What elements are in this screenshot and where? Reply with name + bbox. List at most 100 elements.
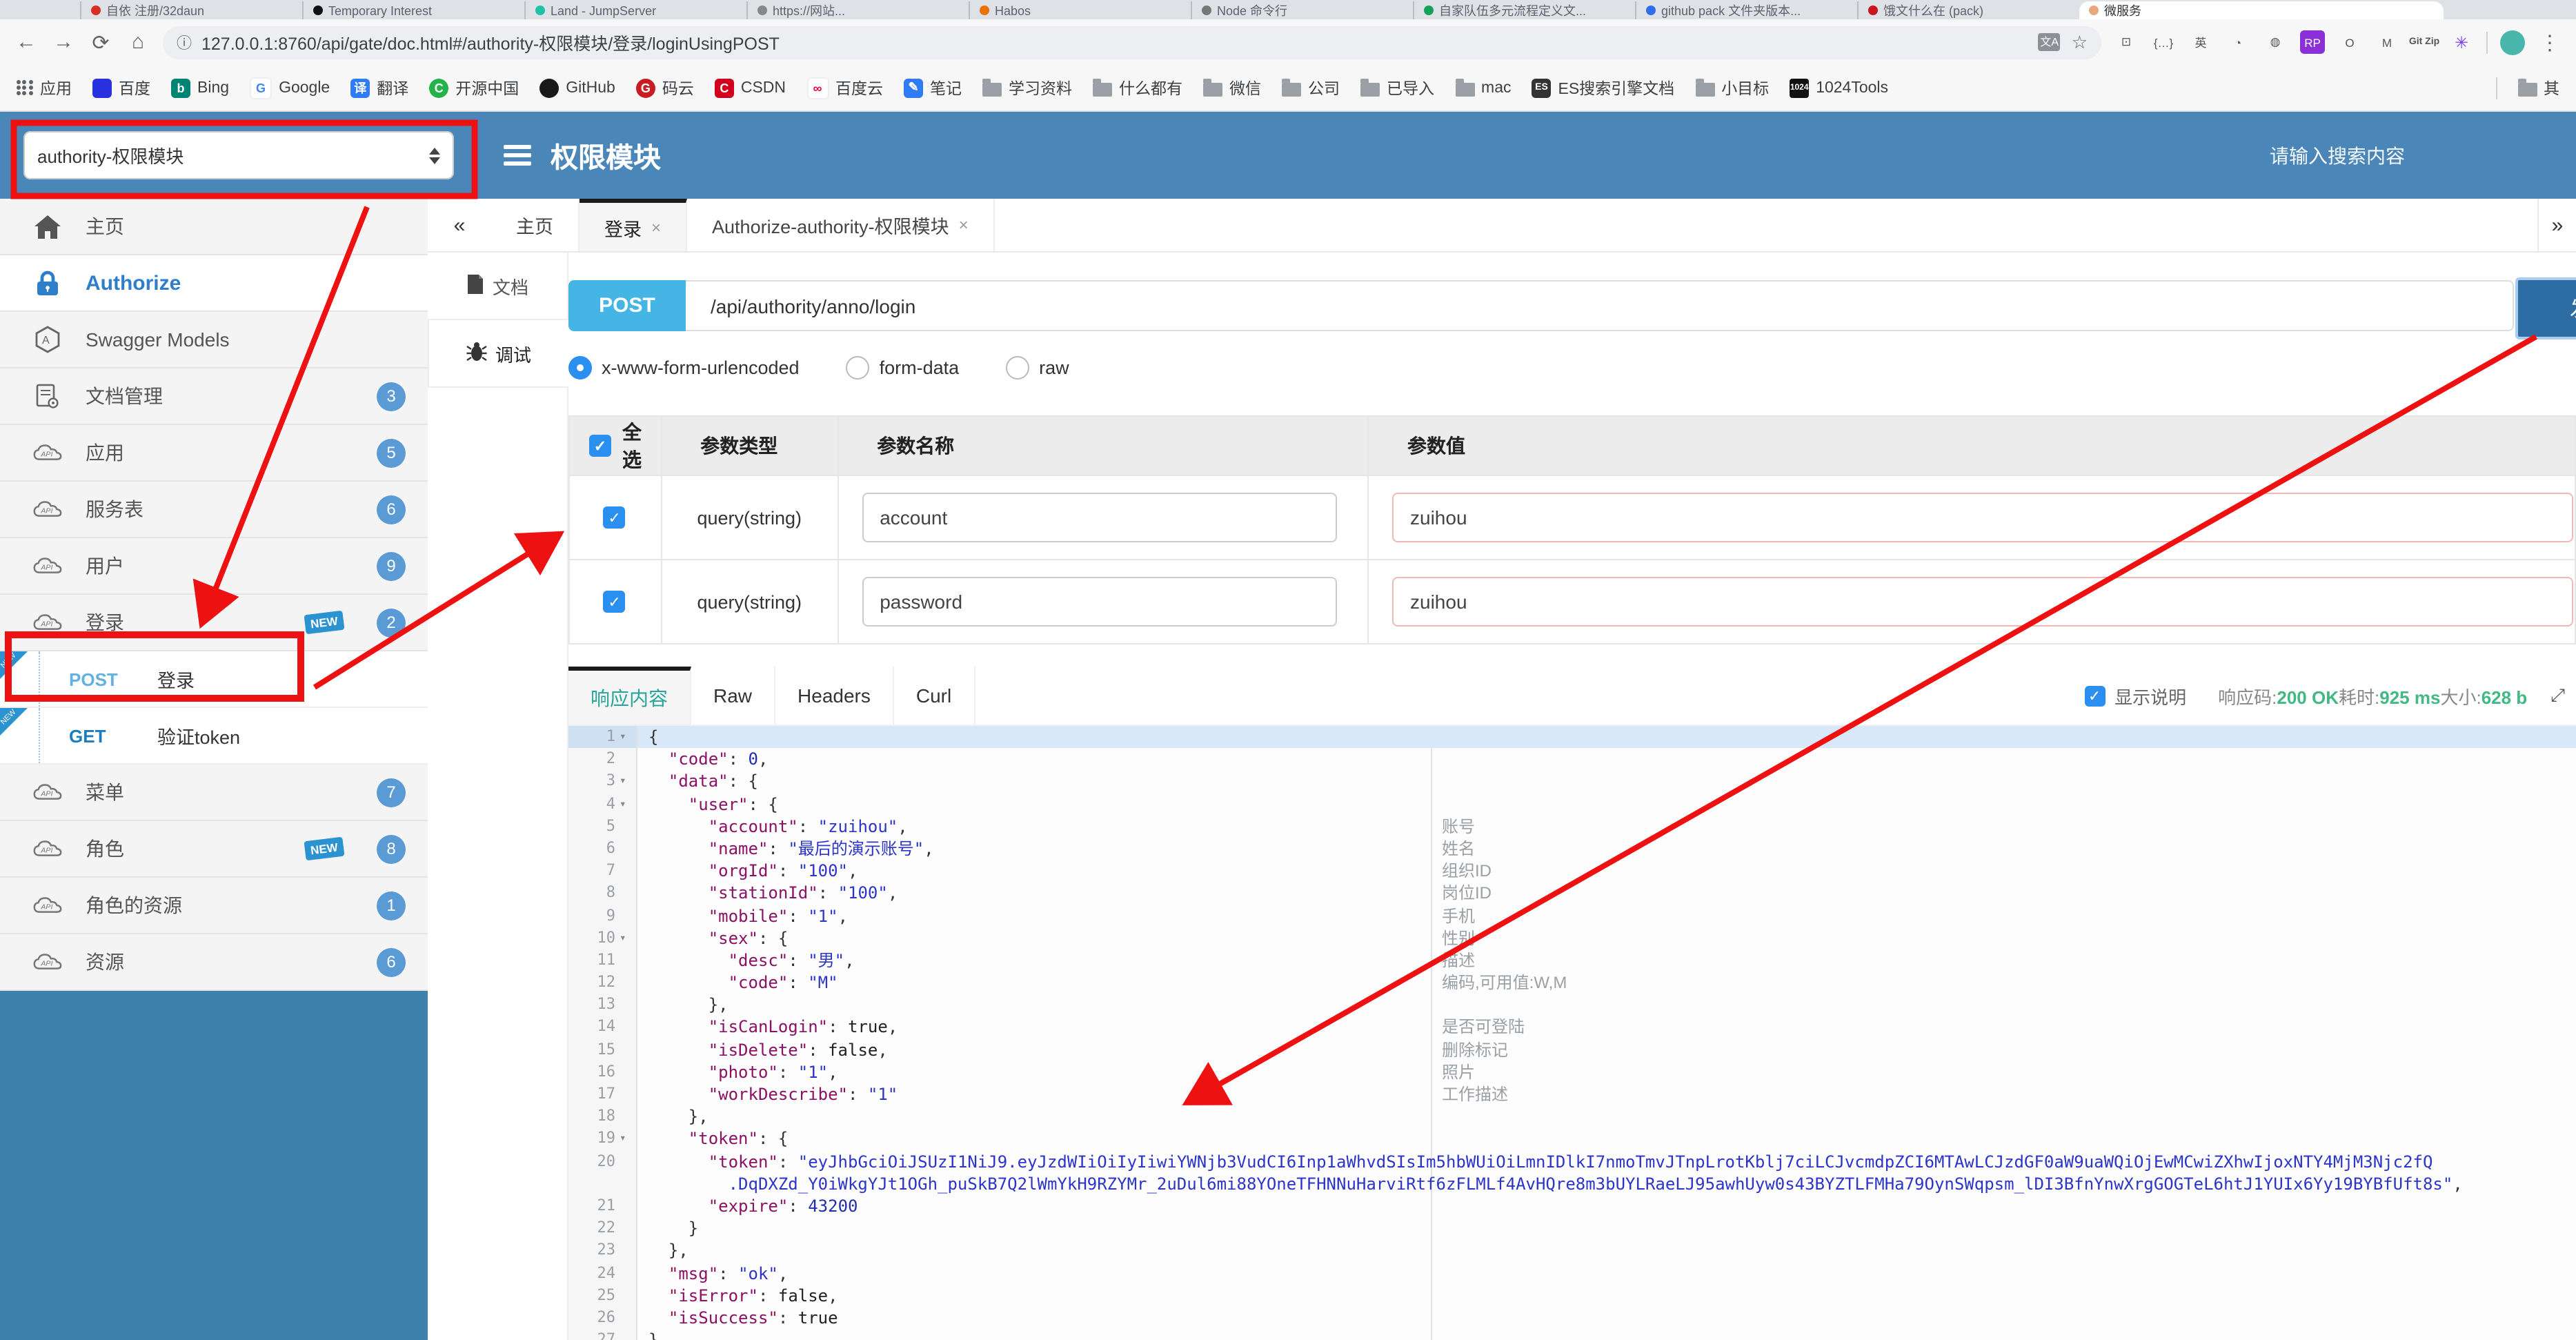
bookmark-folder[interactable]: 什么都有: [1093, 77, 1182, 99]
sidebar-item-swagger-models[interactable]: A Swagger Models: [0, 312, 428, 368]
extension-icon[interactable]: M: [2375, 30, 2399, 54]
sidebar-item-service[interactable]: API 服务表 6: [0, 482, 428, 538]
expand-tabs-button[interactable]: »: [2537, 199, 2576, 251]
extension-icon[interactable]: 英: [2188, 30, 2213, 54]
tab-debug[interactable]: 调试: [428, 319, 568, 388]
row-checkbox[interactable]: ✓: [603, 506, 626, 529]
request-path[interactable]: /api/authority/anno/login: [686, 280, 2514, 331]
browser-tab[interactable]: 饿文什么在 (pack): [1857, 1, 2079, 19]
sidebar-item-doc-manage[interactable]: 文档管理 3: [0, 368, 428, 425]
browser-tab[interactable]: https://网站...: [746, 1, 969, 19]
sidebar-item-login[interactable]: API 登录 NEW 2: [0, 595, 428, 651]
bookmark-star-icon[interactable]: ☆: [2072, 31, 2088, 53]
bookmark-folder[interactable]: mac: [1455, 78, 1512, 96]
radio-raw[interactable]: raw: [1006, 356, 1069, 380]
site-info-icon[interactable]: ⓘ: [177, 31, 192, 53]
tab-authorize[interactable]: Authorize-authority-权限模块 ×: [687, 199, 995, 251]
bookmark[interactable]: ES ES搜索引擎文档: [1532, 77, 1674, 99]
fullscreen-icon[interactable]: ⤢: [2550, 684, 2565, 707]
fold-icon[interactable]: ▾: [620, 771, 636, 793]
search-input[interactable]: [2267, 143, 2521, 168]
extension-icon[interactable]: O: [2337, 30, 2362, 54]
bookmark[interactable]: 百度: [92, 77, 150, 99]
bookmark-folder[interactable]: 学习资料: [982, 77, 1072, 99]
send-button[interactable]: 发: [2515, 277, 2576, 339]
collapse-sidebar-button[interactable]: «: [428, 199, 491, 251]
sidebar-item-app[interactable]: API 应用 5: [0, 425, 428, 482]
bookmark-folder[interactable]: 已导入: [1360, 77, 1434, 99]
tab-document[interactable]: 文档: [428, 253, 567, 319]
sidebar-item-authorize[interactable]: Authorize: [0, 255, 428, 312]
fold-icon[interactable]: ▾: [620, 1128, 636, 1150]
translate-icon[interactable]: 文A: [2038, 33, 2061, 51]
other-bookmarks[interactable]: 其: [2517, 77, 2559, 99]
fold-icon[interactable]: ▾: [620, 927, 636, 949]
radio-form-data[interactable]: form-data: [846, 356, 959, 380]
browser-tab[interactable]: Node 命令行: [1191, 1, 1413, 19]
address-bar[interactable]: ⓘ 127.0.0.1:8760/api/gate/doc.html#/auth…: [163, 26, 2101, 59]
module-select[interactable]: authority-权限模块: [23, 131, 454, 179]
sidebar-item-menu[interactable]: API 菜单 7: [0, 765, 428, 821]
bookmark-folder[interactable]: 微信: [1203, 77, 1261, 99]
sidebar-item-role-resource[interactable]: API 角色的资源 1: [0, 878, 428, 934]
browser-tab[interactable]: Temporary Interest: [302, 1, 524, 19]
extension-gitzip-icon[interactable]: Git Zip: [2409, 30, 2439, 54]
sidebar-item-user[interactable]: API 用户 9: [0, 538, 428, 595]
close-icon[interactable]: ×: [651, 217, 661, 237]
close-icon[interactable]: ×: [959, 215, 969, 235]
tab-response-content[interactable]: 响应内容: [568, 667, 691, 725]
bookmark[interactable]: C CSDN: [714, 78, 786, 97]
home-button[interactable]: ⌂: [126, 30, 150, 54]
tab-login[interactable]: 登录 ×: [579, 199, 688, 251]
browser-tab-active[interactable]: 微服务: [2079, 1, 2444, 19]
param-name-input[interactable]: [862, 577, 1337, 627]
tab-headers[interactable]: Headers: [775, 667, 894, 725]
extension-icon[interactable]: ✳: [2449, 30, 2474, 54]
bookmark[interactable]: G 码云: [635, 77, 694, 99]
bookmark[interactable]: GitHub: [539, 78, 615, 97]
sidebar-endpoint-verify-token-get[interactable]: NEW GET 验证token: [0, 708, 428, 765]
extension-icon[interactable]: RP: [2300, 30, 2325, 54]
extension-icon[interactable]: ⊡: [2114, 30, 2139, 54]
param-name-input[interactable]: [862, 493, 1337, 542]
bookmark-apps[interactable]: 应用: [17, 77, 72, 99]
bookmark[interactable]: ✎ 笔记: [904, 77, 962, 99]
browser-menu-icon[interactable]: ⋮: [2537, 30, 2562, 55]
extension-icon[interactable]: ◔: [2226, 30, 2250, 54]
sidebar-item-role[interactable]: API 角色 NEW 8: [0, 821, 428, 878]
row-checkbox[interactable]: ✓: [603, 591, 626, 613]
fold-icon[interactable]: ▾: [620, 726, 636, 748]
profile-avatar[interactable]: [2500, 30, 2525, 55]
sidebar-item-resource[interactable]: API 资源 6: [0, 934, 428, 991]
response-json-viewer[interactable]: 1 ▾{ 2 "code": 0, 3 ▾ "data": { 4 ▾ "user":…: [568, 726, 2576, 1340]
url-text[interactable]: 127.0.0.1:8760/api/gate/doc.html#/author…: [201, 29, 780, 55]
bookmark[interactable]: b Bing: [171, 78, 229, 97]
bookmark-folder[interactable]: 公司: [1282, 77, 1340, 99]
show-desc-checkbox[interactable]: ✓: [2084, 685, 2106, 706]
radio-x-www-form-urlencoded[interactable]: x-www-form-urlencoded: [568, 356, 800, 380]
bookmark[interactable]: G Google: [250, 77, 330, 99]
forward-button[interactable]: →: [51, 30, 76, 54]
menu-toggle-icon[interactable]: [504, 145, 531, 166]
param-value-input[interactable]: [1392, 493, 2573, 542]
sidebar-endpoint-login-post[interactable]: NEW POST 登录: [0, 651, 428, 708]
bookmark[interactable]: ∞ 百度云: [806, 77, 883, 99]
bookmark-folder[interactable]: 小目标: [1695, 77, 1769, 99]
browser-tab[interactable]: 自依 注册/32daun: [80, 1, 302, 19]
select-all-checkbox[interactable]: ✓: [589, 435, 611, 457]
extension-icon[interactable]: ◍: [2263, 30, 2288, 54]
browser-tab[interactable]: 自家队伍多元流程定义文...: [1413, 1, 1635, 19]
tab-home[interactable]: 主页: [491, 199, 579, 251]
tab-raw[interactable]: Raw: [691, 667, 776, 725]
extension-icon[interactable]: {…}: [2151, 30, 2176, 54]
bookmark[interactable]: C 开源中国: [429, 77, 519, 99]
bookmark[interactable]: 译翻译: [350, 77, 408, 99]
back-button[interactable]: ←: [14, 30, 39, 54]
fold-icon[interactable]: ▾: [620, 793, 636, 815]
browser-tab[interactable]: Habos: [969, 1, 1191, 19]
tab-curl[interactable]: Curl: [894, 667, 975, 725]
param-value-input[interactable]: [1392, 577, 2573, 627]
sidebar-item-home[interactable]: 主页: [0, 199, 428, 255]
bookmark[interactable]: 1024 1024Tools: [1790, 78, 1888, 97]
browser-tab[interactable]: github pack 文件夹版本...: [1635, 1, 1857, 19]
